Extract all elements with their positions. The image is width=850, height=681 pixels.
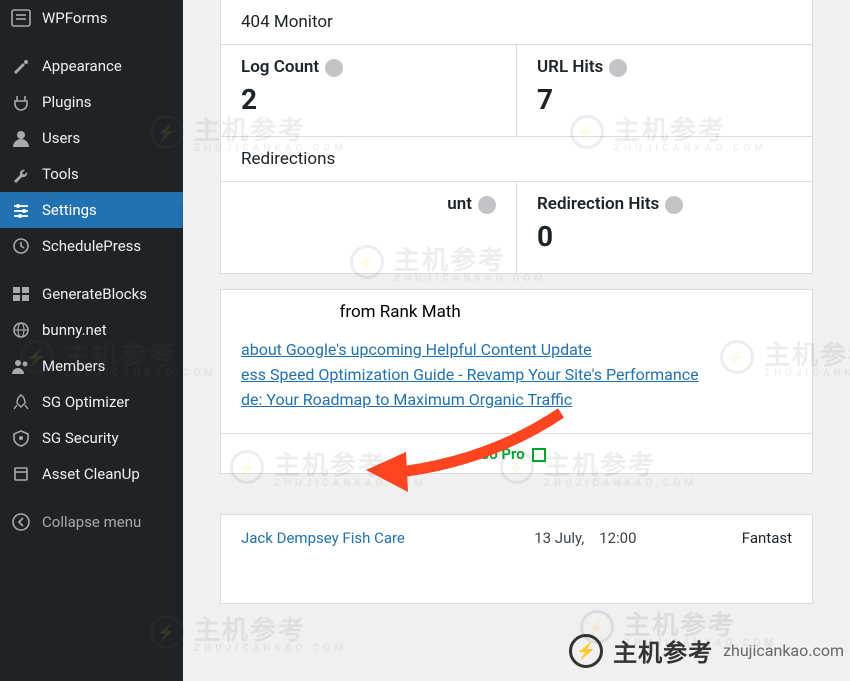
url-hits-value: 7 <box>537 83 792 116</box>
users-icon <box>10 356 32 376</box>
sidebar-item-appearance[interactable]: Appearance <box>0 48 183 84</box>
redirection-hits-label: Redirection Hits <box>537 194 659 214</box>
news-card: Latest News from Rank Math about Google'… <box>220 289 813 474</box>
sidebar-label: SG Optimizer <box>42 393 129 411</box>
admin-sidebar: WPForms Appearance Plugins Users Tools S… <box>0 0 183 681</box>
redirection-hits-cell: Redirection Hits 0 <box>516 182 812 273</box>
sidebar-item-asset-cleanup[interactable]: Asset CleanUp <box>0 456 183 492</box>
clock-icon <box>10 236 32 256</box>
blocks-icon <box>10 284 32 304</box>
sidebar-item-sg-optimizer[interactable]: SG Optimizer <box>0 384 183 420</box>
redirections-grid: unt Redirection Hits 0 <box>221 181 812 273</box>
card-title-redirections: Redirections <box>221 136 812 181</box>
redirection-count-label: unt <box>447 194 472 214</box>
table-row[interactable]: Jack Dempsey Fish Care 13 July, 12:00 Fa… <box>221 515 812 561</box>
sidebar-item-sg-security[interactable]: SG Security <box>0 420 183 456</box>
sidebar-label: GenerateBlocks <box>42 285 147 303</box>
card-title-404: 404 Monitor <box>221 0 812 44</box>
sidebar-item-plugins[interactable]: Plugins <box>0 84 183 120</box>
main-content: 404 Monitor Log Count 2 URL Hits 7 Redir… <box>183 0 850 681</box>
sidebar-label: Users <box>42 129 80 147</box>
wrench-icon <box>10 164 32 184</box>
sidebar-item-members[interactable]: Members <box>0 348 183 384</box>
sidebar-item-schedulepress[interactable]: SchedulePress <box>0 228 183 264</box>
help-icon[interactable] <box>609 59 627 77</box>
monitor-card: 404 Monitor Log Count 2 URL Hits 7 Redir… <box>220 0 813 274</box>
news-footer: Setup Wizard Go Pro <box>221 433 812 473</box>
help-icon[interactable] <box>478 196 496 214</box>
news-header: from Rank Math <box>339 302 460 322</box>
post-title-link[interactable]: Jack Dempsey Fish Care <box>241 529 517 547</box>
sidebar-item-wpforms[interactable]: WPForms <box>0 0 183 36</box>
monitor-grid: Log Count 2 URL Hits 7 <box>221 44 812 136</box>
external-link-icon <box>532 448 546 462</box>
sidebar-label: SchedulePress <box>42 237 141 255</box>
log-count-cell: Log Count 2 <box>221 45 516 136</box>
collapse-label: Collapse menu <box>42 513 141 531</box>
url-hits-label: URL Hits <box>537 57 603 77</box>
sidebar-item-generateblocks[interactable]: GenerateBlocks <box>0 276 183 312</box>
redirection-count-cell: unt <box>221 182 516 273</box>
sidebar-label: Members <box>42 357 105 375</box>
sidebar-item-users[interactable]: Users <box>0 120 183 156</box>
brush-icon <box>10 56 32 76</box>
sidebar-label: WPForms <box>42 9 107 27</box>
news-link-1[interactable]: about Google's upcoming Helpful Content … <box>241 340 792 359</box>
bottom-card: Jack Dempsey Fish Care 13 July, 12:00 Fa… <box>220 514 813 604</box>
shield-icon <box>10 428 32 448</box>
rocket-icon <box>10 392 32 412</box>
sidebar-label: bunny.net <box>42 321 107 339</box>
log-count-value: 2 <box>241 83 496 116</box>
help-icon[interactable] <box>665 196 683 214</box>
sidebar-item-tools[interactable]: Tools <box>0 156 183 192</box>
sidebar-label: Plugins <box>42 93 91 111</box>
help-icon[interactable] <box>325 59 343 77</box>
news-links: about Google's upcoming Helpful Content … <box>221 340 812 433</box>
sidebar-item-bunnynet[interactable]: bunny.net <box>0 312 183 348</box>
sidebar-label: Tools <box>42 165 79 183</box>
globe-icon <box>10 320 32 340</box>
go-pro-link[interactable]: Go Pro <box>479 445 546 463</box>
collapse-menu[interactable]: Collapse menu <box>0 504 183 540</box>
sidebar-item-settings[interactable]: Settings <box>0 192 183 228</box>
user-icon <box>10 128 32 148</box>
sidebar-label: Settings <box>42 201 97 219</box>
post-date: 13 July, 12:00 <box>517 529 655 547</box>
sliders-icon <box>10 200 32 220</box>
news-link-2[interactable]: ess Speed Optimization Guide - Revamp Yo… <box>241 365 792 384</box>
broom-icon <box>10 464 32 484</box>
url-hits-cell: URL Hits 7 <box>516 45 812 136</box>
sidebar-label: Appearance <box>42 57 122 75</box>
post-status: Fantast <box>654 529 792 547</box>
watermark-footer: ⚡ 主机参考 zhujicankao.com <box>569 633 844 668</box>
log-count-label: Log Count <box>241 57 319 77</box>
news-link-3[interactable]: de: Your Roadmap to Maximum Organic Traf… <box>241 390 792 409</box>
collapse-icon <box>10 512 32 532</box>
plugin-icon <box>10 92 32 112</box>
redirection-hits-value: 0 <box>537 220 792 253</box>
sidebar-label: SG Security <box>42 429 119 447</box>
sidebar-label: Asset CleanUp <box>42 465 140 483</box>
wpforms-icon <box>10 8 32 28</box>
